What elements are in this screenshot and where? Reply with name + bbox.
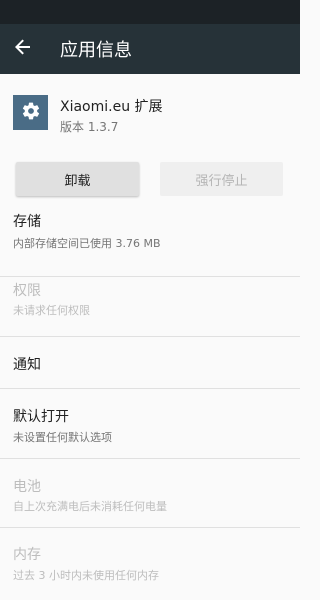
action-buttons: 卸载 强行停止 xyxy=(0,154,300,206)
pref-title: 权限 xyxy=(13,283,41,299)
pref-permissions: 权限 未请求任何权限 xyxy=(0,277,300,337)
page-title: 应用信息 xyxy=(60,40,132,61)
pref-memory: 内存 过去 3 小时内未使用任何内存 xyxy=(0,528,300,588)
status-bar xyxy=(0,0,300,24)
pref-summary: 未请求任何权限 xyxy=(13,304,90,317)
uninstall-button[interactable]: 卸载 xyxy=(16,162,139,196)
pref-summary: 未设置任何默认选项 xyxy=(13,431,112,444)
app-header: Xiaomi.eu 扩展 版本 1.3.7 xyxy=(0,74,300,154)
gear-icon xyxy=(21,101,41,125)
arrow-back-icon xyxy=(15,39,31,59)
pref-open-by-default[interactable]: 默认打开 未设置任何默认选项 xyxy=(0,389,300,459)
pref-title: 电池 xyxy=(13,479,41,495)
pref-title: 存储 xyxy=(13,214,41,230)
pref-storage[interactable]: 存储 内部存储空间已使用 3.76 MB xyxy=(0,206,300,277)
app-name: Xiaomi.eu 扩展 xyxy=(60,99,163,115)
app-icon xyxy=(13,95,48,130)
pref-summary: 自上次充满电后未消耗任何电量 xyxy=(13,500,167,513)
pref-battery: 电池 自上次充满电后未消耗任何电量 xyxy=(0,459,300,528)
pref-notifications[interactable]: 通知 xyxy=(0,337,300,389)
pref-summary: 内部存储空间已使用 3.76 MB xyxy=(13,237,161,250)
app-bar: 应用信息 xyxy=(0,24,300,74)
pref-title: 通知 xyxy=(13,357,41,373)
pref-summary: 过去 3 小时内未使用任何内存 xyxy=(13,569,159,582)
force-stop-button: 强行停止 xyxy=(160,162,283,196)
back-button[interactable] xyxy=(0,24,46,74)
pref-title: 默认打开 xyxy=(13,409,69,425)
app-version: 版本 1.3.7 xyxy=(60,120,119,134)
pref-title: 内存 xyxy=(13,547,41,563)
